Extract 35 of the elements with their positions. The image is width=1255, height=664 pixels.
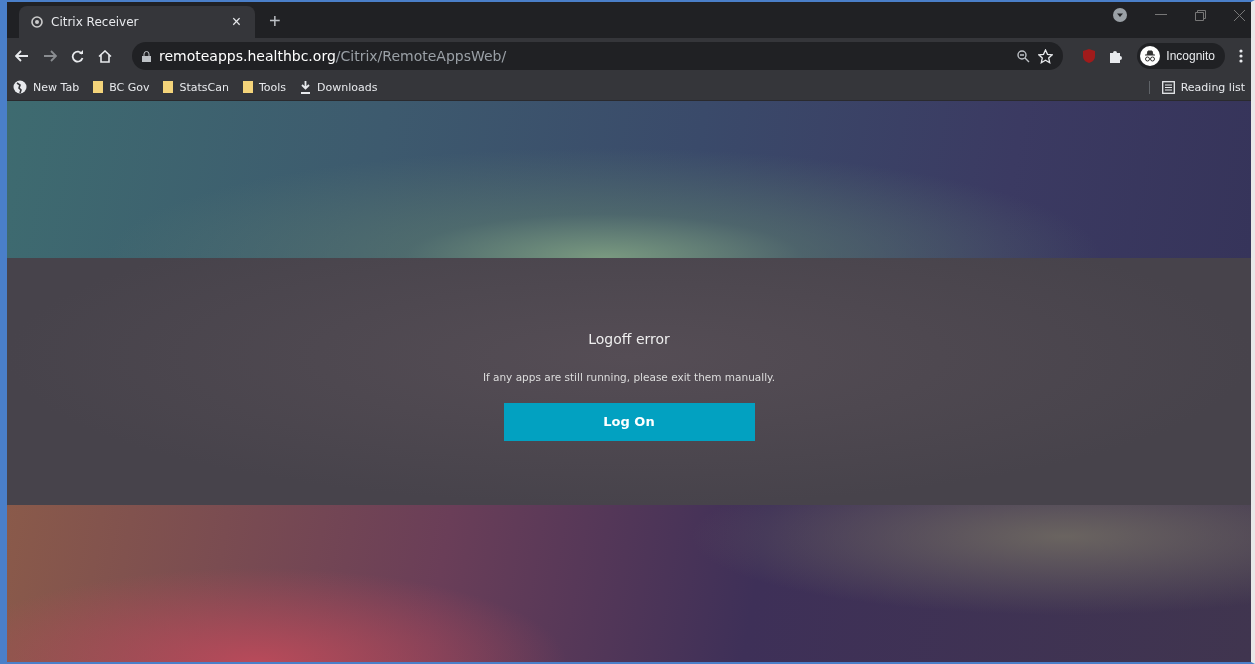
zoom-out-icon[interactable] [1017, 49, 1031, 63]
list-icon [1161, 80, 1175, 94]
globe-icon [13, 80, 27, 94]
restore-icon[interactable] [1195, 9, 1206, 21]
home-icon[interactable] [98, 49, 112, 63]
profile-button[interactable]: Incognito [1137, 43, 1225, 69]
new-tab-button[interactable]: + [263, 9, 287, 34]
folder-icon [242, 80, 253, 94]
dropdown-icon[interactable] [1113, 8, 1127, 22]
bookmark-item[interactable]: BC Gov [93, 80, 150, 94]
reading-list-button[interactable]: Reading list [1148, 80, 1245, 94]
tab-title: Citrix Receiver [51, 15, 140, 29]
minimize-icon[interactable] [1155, 14, 1167, 16]
back-icon[interactable] [15, 50, 29, 62]
dialog-message: If any apps are still running, please exit them manually. [482, 370, 776, 383]
lock-icon [142, 50, 151, 62]
close-tab-button[interactable]: × [227, 13, 245, 31]
close-icon[interactable] [1234, 9, 1245, 21]
bookmark-item[interactable]: Tools [242, 80, 286, 94]
folder-icon [163, 80, 174, 94]
folder-icon [93, 80, 104, 94]
bookmark-item[interactable]: Downloads [300, 80, 378, 94]
browser-tab[interactable]: Citrix Receiver × [19, 6, 255, 38]
star-icon[interactable] [1038, 48, 1054, 64]
reload-icon[interactable] [71, 49, 84, 63]
puzzle-icon[interactable] [1109, 49, 1124, 63]
forward-icon[interactable] [43, 50, 57, 62]
menu-icon[interactable] [1239, 49, 1243, 63]
dialog-title: Logoff error [588, 330, 670, 347]
incognito-icon [1140, 46, 1161, 66]
bookmark-item[interactable]: New Tab [13, 80, 80, 94]
url-text: remoteapps.healthbc.org/Citrix/RemoteAppsWeb/ [159, 48, 507, 64]
bookmark-item[interactable]: StatsCan [163, 80, 229, 94]
download-icon [300, 80, 311, 94]
address-bar[interactable]: remoteapps.healthbc.org/Citrix/RemoteAppsWeb/ [132, 42, 1064, 70]
